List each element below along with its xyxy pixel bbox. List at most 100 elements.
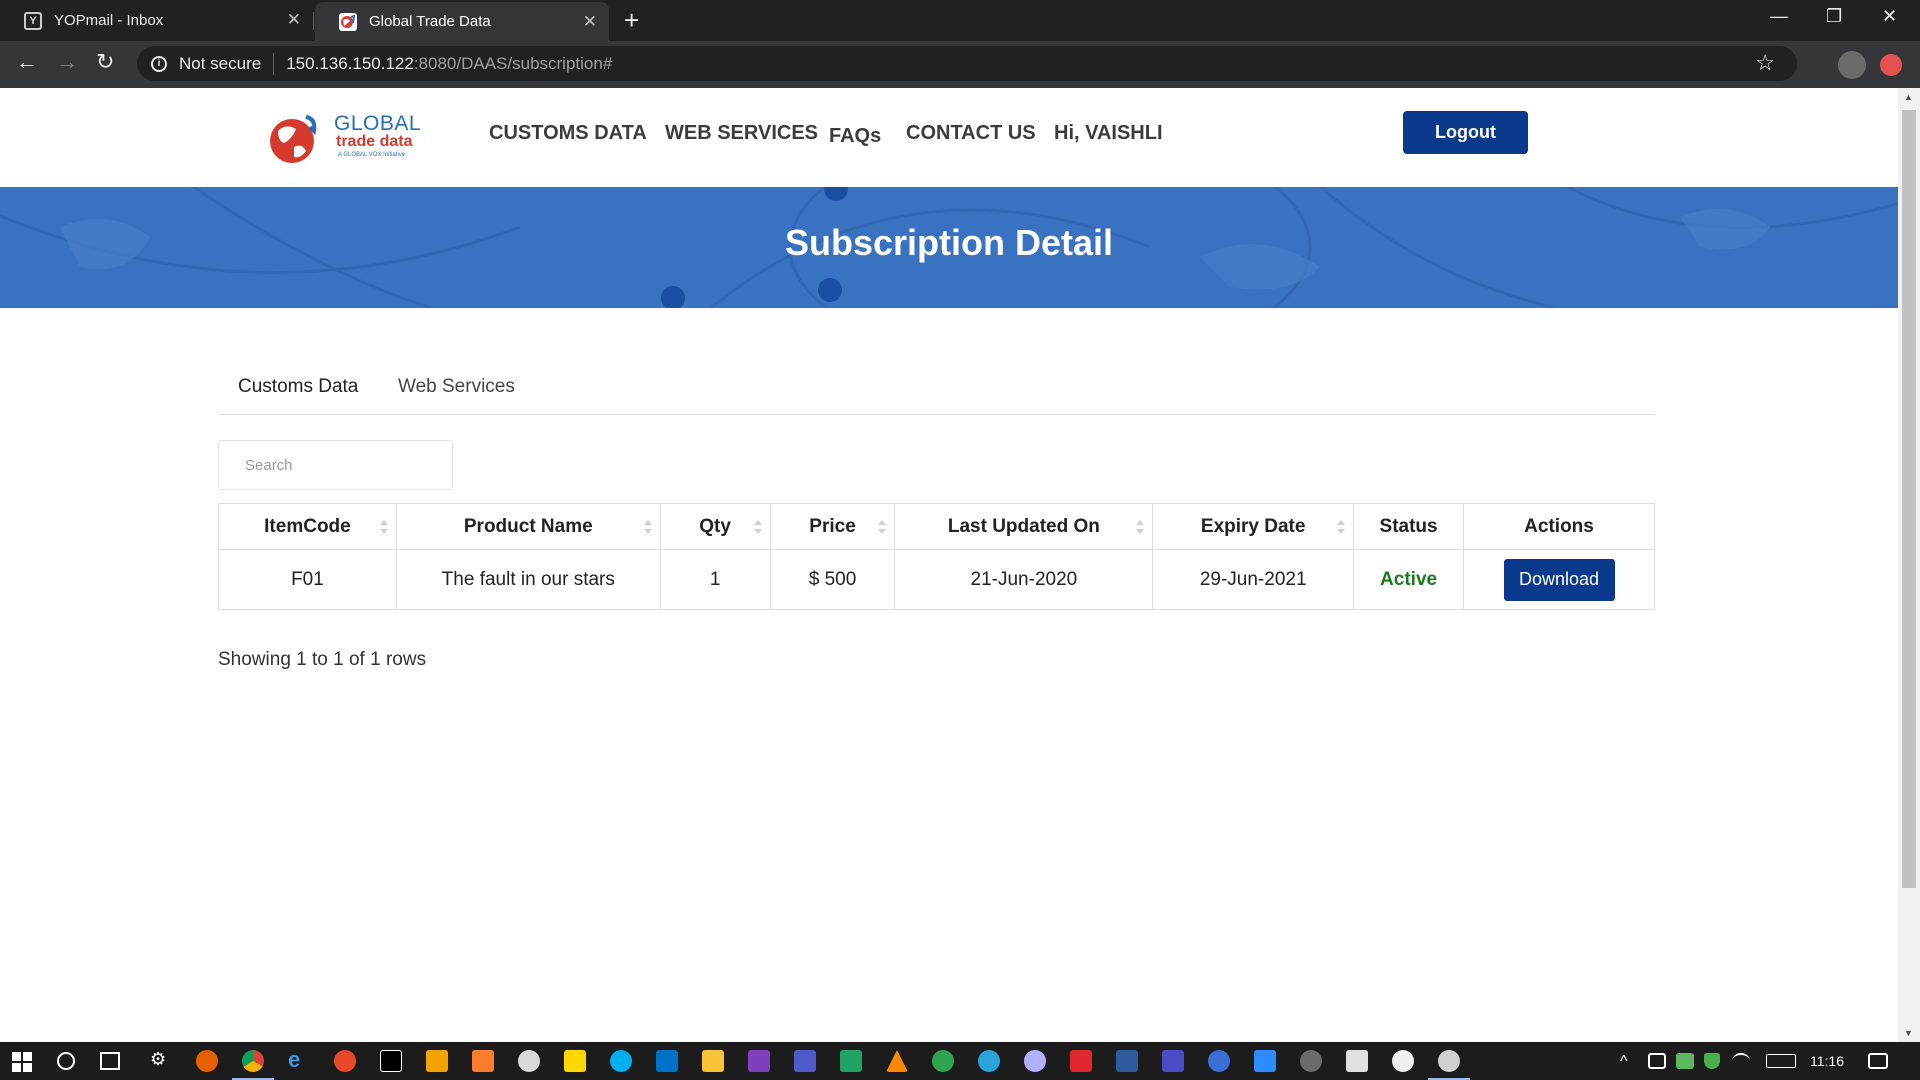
nav-customs-data[interactable]: CUSTOMS DATA xyxy=(489,122,647,145)
battery-icon[interactable] xyxy=(1676,1053,1694,1069)
phpstorm-icon[interactable] xyxy=(748,1050,770,1072)
column-header-last-updated-on[interactable]: Last Updated On xyxy=(894,503,1154,550)
cell-item-code: F01 xyxy=(218,549,397,610)
teams-icon[interactable] xyxy=(794,1050,816,1072)
firefox-icon[interactable] xyxy=(196,1050,218,1072)
column-header-product-name[interactable]: Product Name xyxy=(395,503,661,550)
page-scrollbar[interactable]: ▲ ▼ xyxy=(1898,88,1920,1042)
app-icon[interactable] xyxy=(1162,1050,1184,1072)
telegram-icon[interactable] xyxy=(978,1050,1000,1072)
excel-icon[interactable] xyxy=(840,1050,862,1072)
tab-global-trade-data[interactable]: Global Trade Data ✕ xyxy=(315,2,609,41)
url-path: :8080/DAAS/subscription# xyxy=(413,53,613,73)
app-icon[interactable] xyxy=(1208,1050,1230,1072)
header-label: ItemCode xyxy=(264,515,351,537)
scroll-down-icon[interactable]: ▼ xyxy=(1904,1028,1913,1038)
app-icon[interactable] xyxy=(1438,1050,1460,1072)
reload-icon[interactable]: ↻ xyxy=(96,49,114,75)
nav-contact-us[interactable]: CONTACT US xyxy=(906,122,1036,145)
app-icon[interactable] xyxy=(1024,1050,1046,1072)
task-view-icon[interactable] xyxy=(100,1052,120,1070)
sort-icon[interactable] xyxy=(753,518,762,536)
global-trade-data-logo[interactable]: GLOBAL trade data A GLOBAL VOX Initiativ… xyxy=(268,109,421,169)
keyboard-icon[interactable] xyxy=(1766,1054,1796,1068)
app-icon[interactable] xyxy=(1300,1050,1322,1072)
column-header-actions: Actions xyxy=(1463,503,1655,550)
column-header-expiry-date[interactable]: Expiry Date xyxy=(1152,503,1355,550)
column-header-status: Status xyxy=(1353,503,1465,550)
skype-icon[interactable] xyxy=(610,1050,632,1072)
sort-icon[interactable] xyxy=(379,518,388,536)
cell-actions: Download xyxy=(1463,549,1655,610)
file-explorer-icon[interactable] xyxy=(702,1050,724,1072)
app-icon[interactable] xyxy=(1346,1050,1368,1072)
scroll-up-icon[interactable]: ▲ xyxy=(1904,92,1913,102)
sort-icon[interactable] xyxy=(1136,518,1145,536)
pagination-info: Showing 1 to 1 of 1 rows xyxy=(218,649,427,670)
header-label: Product Name xyxy=(463,515,593,537)
app-icon[interactable] xyxy=(1392,1050,1414,1072)
close-icon[interactable]: ✕ xyxy=(583,12,597,32)
header-label: Actions xyxy=(1524,515,1594,537)
extension-icon[interactable] xyxy=(1880,54,1902,76)
forward-arrow-icon[interactable]: → xyxy=(56,49,78,75)
close-window-icon[interactable]: ✕ xyxy=(1882,6,1897,27)
column-header-itemcode[interactable]: ItemCode xyxy=(218,503,397,550)
sublime-icon[interactable] xyxy=(426,1050,448,1072)
sticky-notes-icon[interactable] xyxy=(564,1050,586,1072)
cell-product-name: The fault in our stars xyxy=(395,549,661,610)
download-button[interactable]: Download xyxy=(1503,558,1615,601)
browser-tab-bar: Y YOPmail - Inbox ✕ Global Trade Data ✕ … xyxy=(0,0,1920,41)
wifi-icon[interactable] xyxy=(1732,1053,1750,1069)
logout-button[interactable]: Logout xyxy=(1403,111,1528,154)
chrome-icon[interactable] xyxy=(242,1050,264,1072)
column-header-qty[interactable]: Qty xyxy=(659,503,771,550)
tab-yopmail[interactable]: Y YOPmail - Inbox ✕ xyxy=(0,0,313,41)
tab-customs-data[interactable]: Customs Data xyxy=(238,376,358,398)
scroll-thumb[interactable] xyxy=(1902,110,1916,888)
outlook-icon[interactable] xyxy=(656,1050,678,1072)
tab-web-services[interactable]: Web Services xyxy=(398,376,515,398)
app-icon[interactable] xyxy=(932,1050,954,1072)
edge-icon[interactable]: e xyxy=(288,1047,310,1072)
tray-chevron-up-icon[interactable]: ^ xyxy=(1620,1053,1628,1071)
globe-logo-icon xyxy=(270,115,317,163)
user-greeting[interactable]: Hi, VAISHLI xyxy=(1054,122,1163,145)
header-label: Price xyxy=(809,515,856,537)
sort-icon[interactable] xyxy=(643,518,652,536)
header-label: Expiry Date xyxy=(1200,515,1306,537)
nav-web-services[interactable]: WEB SERVICES xyxy=(665,122,818,145)
zoom-icon[interactable] xyxy=(1254,1050,1276,1072)
search-icon[interactable] xyxy=(57,1052,75,1070)
sort-icon[interactable] xyxy=(878,518,887,536)
nav-faqs[interactable]: FAQs xyxy=(829,125,881,148)
info-icon[interactable]: i xyxy=(151,55,167,72)
clock[interactable]: 11:16 xyxy=(1810,1053,1844,1069)
address-bar[interactable]: i Not secure 150.136.150.122:8080/DAAS/s… xyxy=(137,46,1797,81)
settings-gear-icon[interactable]: ⚙ xyxy=(150,1049,172,1071)
minimize-icon[interactable]: — xyxy=(1770,6,1788,27)
vlc-icon[interactable] xyxy=(886,1050,908,1072)
tab-divider xyxy=(313,12,314,30)
windows-start-icon[interactable] xyxy=(12,1052,32,1072)
app-icon[interactable] xyxy=(380,1050,402,1072)
bookmark-star-icon[interactable]: ☆ xyxy=(1755,50,1775,76)
security-indicator[interactable]: Not secure xyxy=(179,54,261,74)
new-tab-plus-icon[interactable]: + xyxy=(624,5,639,36)
notifications-icon[interactable] xyxy=(1868,1053,1888,1069)
search-input[interactable] xyxy=(218,440,453,490)
cell-price: $ 500 xyxy=(769,549,896,610)
app-icon[interactable] xyxy=(518,1050,540,1072)
restore-icon[interactable]: ❐ xyxy=(1826,6,1842,27)
anydesk-icon[interactable] xyxy=(1070,1050,1092,1072)
column-header-price[interactable]: Price xyxy=(769,503,896,550)
back-arrow-icon[interactable]: ← xyxy=(16,49,38,75)
profile-avatar[interactable] xyxy=(1838,51,1866,79)
close-icon[interactable]: ✕ xyxy=(287,10,301,30)
xampp-icon[interactable] xyxy=(472,1050,494,1072)
app-icon[interactable] xyxy=(1116,1050,1138,1072)
security-shield-icon[interactable] xyxy=(1704,1053,1720,1069)
app-icon[interactable] xyxy=(334,1050,356,1072)
tray-app-icon[interactable] xyxy=(1648,1053,1666,1069)
sort-icon[interactable] xyxy=(1337,518,1346,536)
